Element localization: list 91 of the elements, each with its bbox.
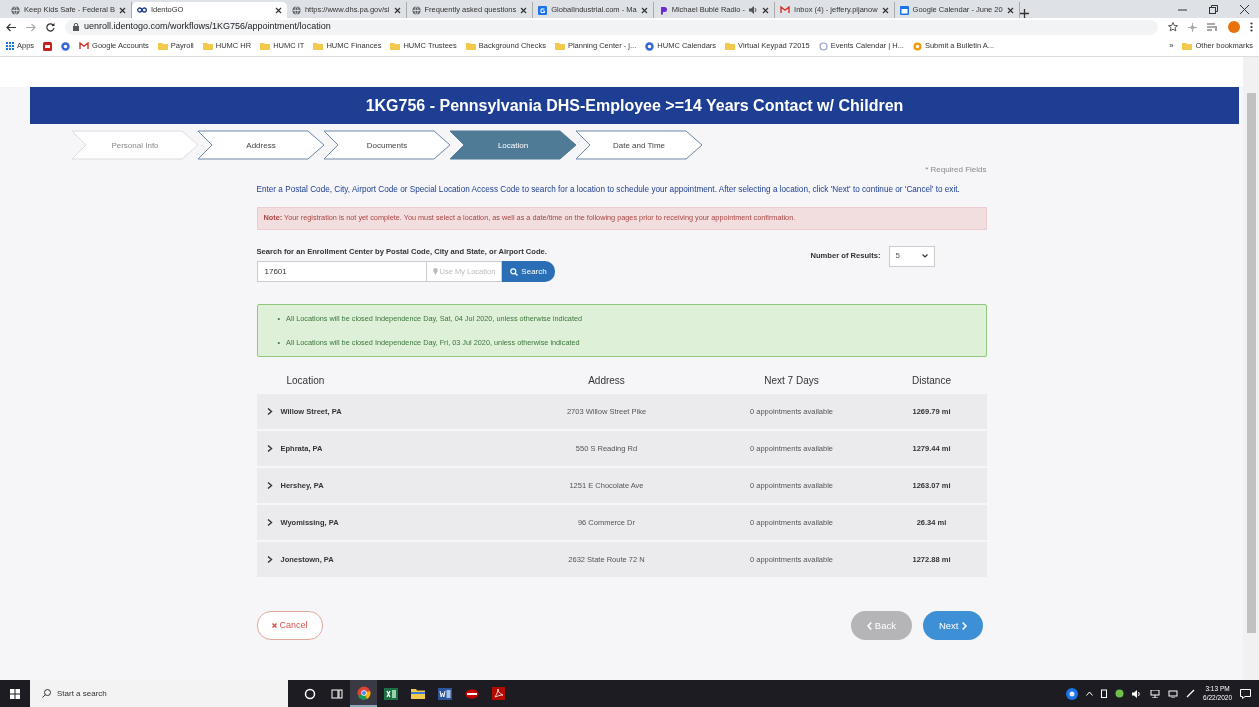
pen-icon[interactable] [1186, 689, 1196, 698]
chevron-left-icon [866, 621, 872, 630]
wizard-step: Location [449, 130, 577, 160]
wizard-step: Documents [323, 130, 451, 160]
column-header: Address [588, 375, 625, 387]
close-icon[interactable] [762, 6, 770, 14]
close-icon[interactable] [881, 6, 889, 14]
network-icon[interactable] [1150, 689, 1161, 698]
folder-icon [725, 42, 736, 50]
address-bar[interactable]: uenroll.identogo.com/workflows/1KG756/appointment/location [65, 19, 1158, 35]
chevron-right-icon[interactable] [266, 519, 273, 527]
volume-icon[interactable] [1132, 689, 1143, 698]
back-arrow-icon[interactable] [6, 22, 16, 32]
close-icon[interactable] [640, 6, 648, 14]
cancel-button[interactable]: Cancel [256, 611, 323, 641]
globe-icon [291, 5, 301, 15]
pin-icon [432, 268, 438, 276]
bookmark-logo-icon[interactable] [43, 41, 53, 51]
close-icon[interactable] [520, 6, 528, 14]
globe-icon [11, 5, 20, 15]
folder-icon [202, 42, 213, 50]
wizard-step: Personal Info [71, 130, 199, 160]
task-view-icon[interactable] [330, 687, 343, 700]
chevron-right-icon[interactable] [266, 408, 273, 416]
chevron-right-icon[interactable] [266, 445, 273, 453]
chevron-up-icon[interactable] [1086, 691, 1094, 696]
folder-icon [260, 42, 271, 50]
new-tab-icon[interactable] [1019, 9, 1029, 18]
close-icon[interactable] [1006, 6, 1014, 14]
battery-icon[interactable] [1101, 689, 1108, 698]
close-icon[interactable] [118, 6, 126, 14]
mail-icon [780, 6, 791, 14]
profile-avatar-icon[interactable] [1228, 21, 1240, 33]
restore-icon[interactable] [1209, 4, 1218, 14]
chevron-right-icon[interactable] [266, 482, 273, 490]
spreadsheet-icon[interactable] [383, 687, 398, 700]
star-icon[interactable] [1168, 22, 1178, 32]
reload-icon[interactable] [46, 22, 55, 32]
close-icon [271, 623, 277, 629]
app-logo-icon[interactable] [464, 687, 479, 700]
pdf-icon[interactable] [492, 687, 505, 700]
media-queue-icon[interactable] [1207, 22, 1218, 32]
square-logo-icon [538, 5, 548, 15]
search-button[interactable]: Search [502, 261, 555, 283]
monitor-icon[interactable] [1168, 689, 1179, 698]
more-menu-icon[interactable] [1250, 22, 1253, 32]
folder-icon [157, 42, 168, 50]
taskbar-search-field[interactable]: Start a search [30, 680, 288, 707]
wizard-step: Date and Time [575, 130, 703, 160]
caret-icon [921, 254, 928, 259]
flower-icon [912, 41, 922, 51]
chevron-right-icon[interactable] [266, 556, 273, 564]
close-icon[interactable] [1240, 4, 1249, 14]
close-icon[interactable] [274, 6, 282, 14]
search-icon [510, 267, 519, 276]
chevron-right-icon [961, 621, 967, 630]
globe-icon [411, 5, 421, 15]
wizard-step: Address [197, 130, 325, 160]
column-header: Next 7 Days [764, 375, 819, 387]
search-icon [42, 689, 51, 698]
column-header: Location [286, 375, 325, 387]
instructions-text: Enter a Postal Code, City, Airport Code or Special Location Access Code to search for a location to schedule your appointment. After selecting a location, click 'Next' to continue or 'Cancel' to exit. [256, 184, 961, 196]
lock-icon [73, 23, 79, 31]
tray-app-icon[interactable] [1115, 689, 1125, 698]
folder-icon [390, 42, 401, 50]
results-count-select[interactable]: 5 [888, 245, 935, 267]
help-icon[interactable] [1066, 687, 1079, 700]
close-icon[interactable] [393, 6, 401, 14]
column-header: Distance [912, 375, 951, 387]
page-title: 1KG756 - Pennsylvania DHS-Employee >=14 Years Contact w/ Children [30, 87, 1239, 124]
infinity-logo-icon [136, 7, 147, 13]
windows-logo-icon [10, 688, 20, 699]
document-icon[interactable] [437, 687, 452, 700]
ring-icon [818, 41, 828, 51]
scrollbar[interactable] [1243, 57, 1259, 680]
folder-icon [1182, 42, 1193, 50]
folder-icon [554, 42, 565, 50]
calendar-icon [899, 5, 909, 15]
mail-icon [79, 42, 90, 50]
apps-grid-icon [6, 42, 14, 50]
required-fields-note: * Required Fields [925, 165, 987, 174]
chrome-icon[interactable] [356, 685, 371, 700]
folder-icon [465, 42, 476, 50]
folder-icon [313, 42, 324, 50]
round-logo-icon[interactable] [61, 41, 71, 51]
circle-icon[interactable] [303, 687, 316, 700]
round-logo-icon [645, 41, 655, 51]
notifications-icon[interactable] [1240, 688, 1251, 699]
search-field[interactable]: 17601 [256, 261, 427, 283]
p-logo-icon [658, 5, 668, 15]
folder-icon[interactable] [410, 688, 425, 699]
